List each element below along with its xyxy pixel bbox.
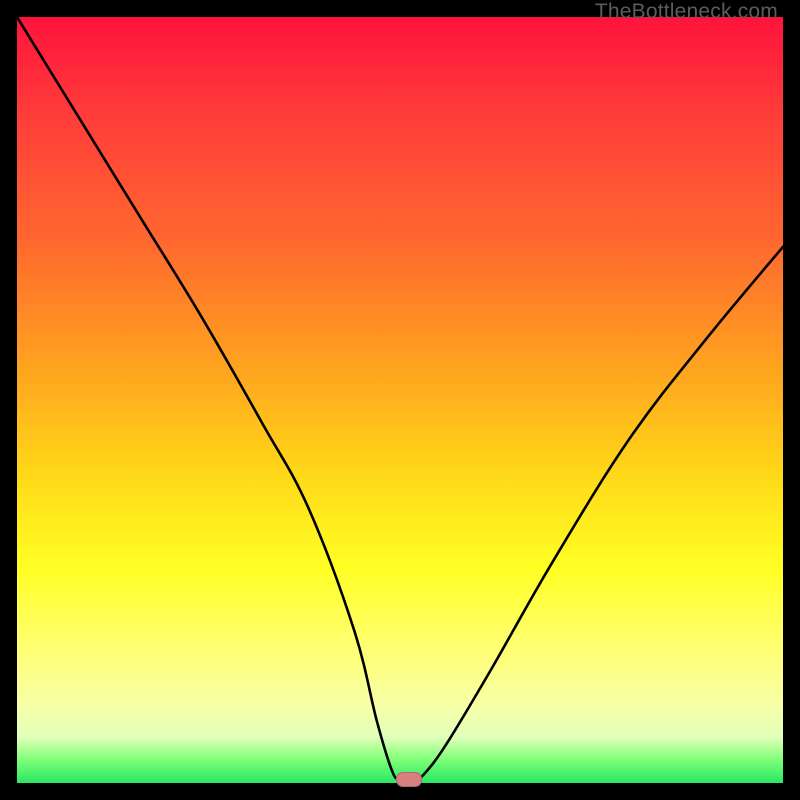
watermark-text: TheBottleneck.com (595, 0, 778, 24)
plot-area (17, 17, 783, 783)
optimal-marker (396, 772, 422, 787)
bottleneck-curve (17, 17, 783, 783)
chart-frame: TheBottleneck.com (0, 0, 800, 800)
